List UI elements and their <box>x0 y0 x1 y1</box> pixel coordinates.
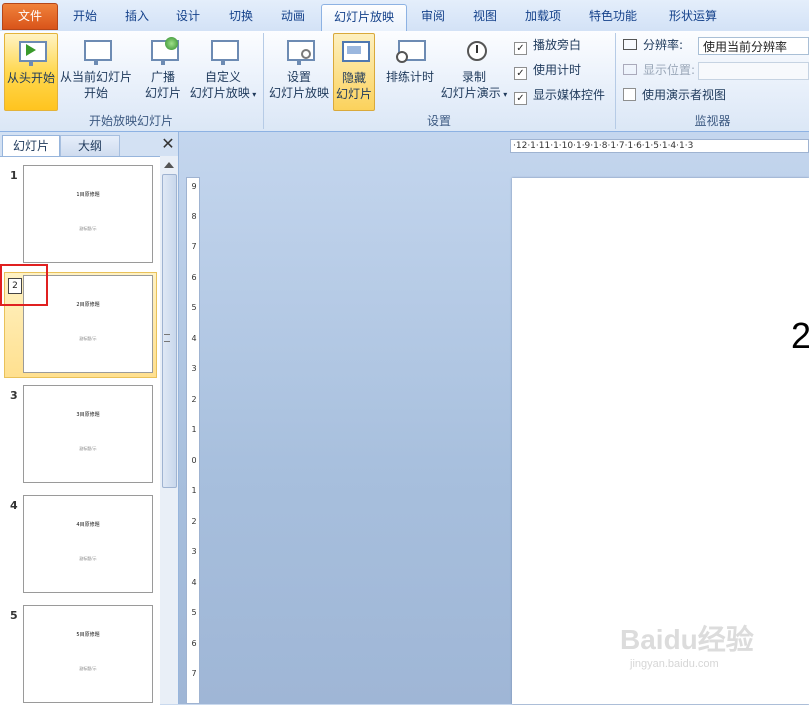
slide-number: 4 <box>10 499 18 512</box>
close-pane-icon[interactable]: ✕ <box>160 136 176 152</box>
hide-slide-icon <box>338 38 370 68</box>
ribbon: 从头开始 从当前幻灯片 开始 广播 幻灯片 自定义 幻灯片放映 ▾ 开始放映幻灯… <box>0 31 809 132</box>
hide-slide-button[interactable]: 隐藏 幻灯片 <box>333 33 375 111</box>
play-narrations-checkbox[interactable]: ✓ 播放旁白 <box>514 35 581 55</box>
checkbox-checked-icon: ✓ <box>514 42 527 55</box>
slide-thumbnail-3[interactable]: 3目原修題 副标题/示 <box>23 385 153 483</box>
slide-number: 5 <box>10 609 18 622</box>
tab-view[interactable]: 视图 <box>462 4 508 30</box>
custom-show-icon <box>207 37 239 67</box>
thumb-subtitle: 副标题/示 <box>79 336 97 341</box>
tab-insert[interactable]: 插入 <box>114 4 160 30</box>
tab-review[interactable]: 审阅 <box>410 4 456 30</box>
thumbnail-list: 1 1目原修題 副标题/示 2目原修題 副标题/示 3 3目原修題 副标题/示 … <box>0 156 160 705</box>
broadcast-slideshow-button[interactable]: 广播 幻灯片 <box>142 33 184 109</box>
tab-features[interactable]: 特色功能 <box>582 4 644 30</box>
pane-tab-slides[interactable]: 幻灯片 <box>2 135 60 156</box>
show-media-controls-checkbox[interactable]: ✓ 显示媒体控件 <box>514 85 605 105</box>
slide-thumbnail-4[interactable]: 4目原修題 副标题/示 <box>23 495 153 593</box>
resolution-select[interactable]: 使用当前分辨率 <box>698 37 809 55</box>
annotation-highlight-box <box>0 264 48 306</box>
custom-slideshow-button[interactable]: 自定义 幻灯片放映 ▾ <box>186 33 260 109</box>
scroll-thumb[interactable] <box>162 174 177 488</box>
thumb-title: 4目原修題 <box>76 522 100 528</box>
record-slideshow-button[interactable]: 录制 幻灯片演示 ▾ <box>437 33 511 109</box>
tab-addins[interactable]: 加载项 <box>514 4 572 30</box>
watermark-brand: Baidu经验 <box>620 624 754 655</box>
slides-pane: 幻灯片 大纲 ✕ 1 1目原修題 副标题/示 2目原修題 副标题/示 3 3目原… <box>0 132 179 705</box>
record-clock-icon <box>458 37 490 67</box>
thumbnail-scrollbar[interactable] <box>160 156 178 704</box>
vertical-ruler: 9 8 7 6 5 4 3 2 1 0 1 2 3 4 5 6 7 <box>186 177 200 704</box>
group-label-setup: 设置 <box>426 114 451 128</box>
slide-title-text[interactable]: 2 <box>791 315 809 357</box>
monitor-icon <box>623 39 637 50</box>
checkbox-checked-icon: ✓ <box>514 67 527 80</box>
watermark-url: jingyan.baidu.com <box>630 658 719 670</box>
group-label-monitors: 监视器 <box>694 114 731 128</box>
tab-home[interactable]: 开始 <box>62 4 108 30</box>
checkbox-unchecked-icon <box>623 88 636 101</box>
monitor-disabled-icon <box>623 64 637 75</box>
tab-transitions[interactable]: 切换 <box>218 4 264 30</box>
presenter-view-checkbox[interactable]: 使用演示者视图 <box>623 85 726 105</box>
tab-file[interactable]: 文件 <box>2 3 58 30</box>
checkbox-checked-icon: ✓ <box>514 92 527 105</box>
show-on-select[interactable] <box>698 62 809 80</box>
thumb-subtitle: 副标题/示 <box>79 226 97 231</box>
setup-show-icon <box>283 37 315 67</box>
tab-animations[interactable]: 动画 <box>270 4 316 30</box>
thumb-title: 5目原修題 <box>76 632 100 638</box>
setup-slideshow-button[interactable]: 设置 幻灯片放映 <box>268 33 330 109</box>
scroll-grip-icon <box>164 334 170 342</box>
thumb-subtitle: 副标题/示 <box>79 446 97 451</box>
pane-tab-outline[interactable]: 大纲 <box>60 135 120 157</box>
rehearse-timings-button[interactable]: 排练计时 <box>381 33 439 109</box>
play-slideshow-icon <box>15 38 47 68</box>
stopwatch-screen-icon <box>394 37 426 67</box>
thumb-subtitle: 副标题/示 <box>79 556 97 561</box>
thumb-title: 3目原修題 <box>76 412 100 418</box>
scroll-up-icon[interactable] <box>164 162 174 168</box>
thumb-title: 1目原修題 <box>76 192 100 198</box>
slide-number: 3 <box>10 389 18 402</box>
slide-number: 1 <box>10 169 18 182</box>
slide-thumbnail-1[interactable]: 1目原修題 副标题/示 <box>23 165 153 263</box>
broadcast-globe-icon <box>147 37 179 67</box>
tab-shape-ops[interactable]: 形状运算 <box>660 4 726 30</box>
watermark: Baidu经验 jingyan.baidu.com <box>620 618 780 688</box>
ribbon-tab-bar: 文件 开始 插入 设计 切换 动画 幻灯片放映 审阅 视图 加载项 特色功能 形… <box>0 0 809 32</box>
show-on-label: 显示位置: <box>623 60 695 80</box>
horizontal-ruler: ·12·1·11·1·10·1·9·1·8·1·7·1·6·1·5·1·4·1·… <box>510 139 809 153</box>
thumb-subtitle: 副标题/示 <box>79 666 97 671</box>
slide-thumbnail-5[interactable]: 5目原修題 副标题/示 <box>23 605 153 703</box>
projector-screen-icon <box>80 37 112 67</box>
use-timings-checkbox[interactable]: ✓ 使用计时 <box>514 60 581 80</box>
resolution-label: 分辨率: <box>623 35 683 55</box>
group-label-start-slideshow: 开始放映幻灯片 <box>88 114 173 128</box>
tab-design[interactable]: 设计 <box>165 4 211 30</box>
from-current-slide-button[interactable]: 从当前幻灯片 开始 <box>58 33 134 109</box>
from-beginning-button[interactable]: 从头开始 <box>4 33 58 111</box>
tab-slideshow[interactable]: 幻灯片放映 <box>321 4 407 32</box>
